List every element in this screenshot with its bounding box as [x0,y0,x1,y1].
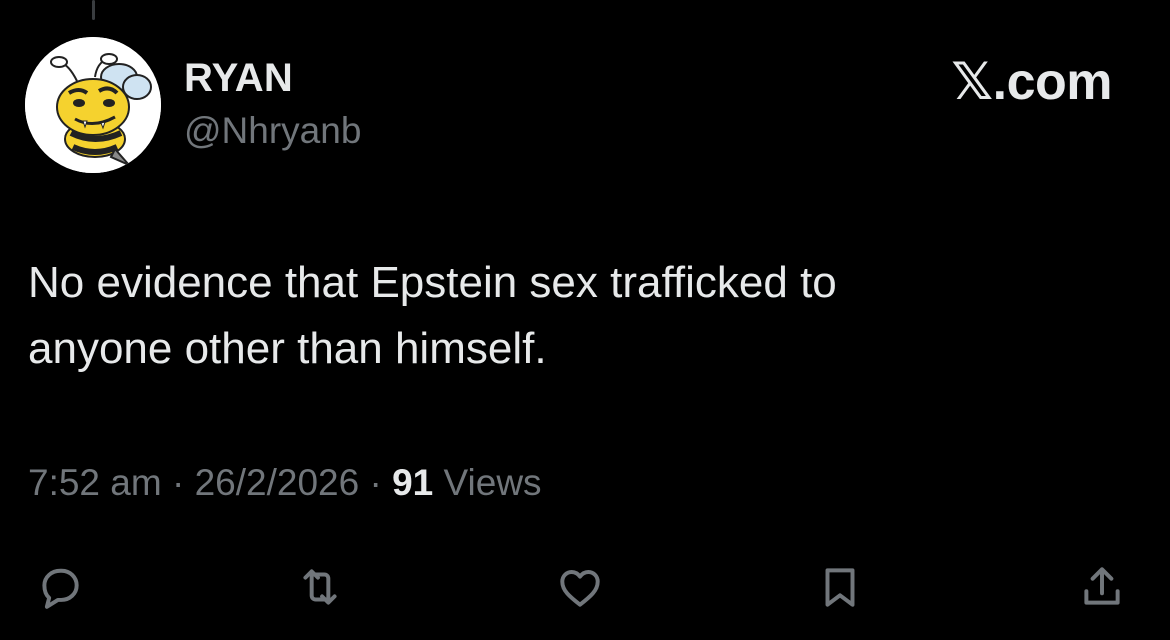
views-label[interactable]: Views [444,462,542,503]
like-button[interactable] [548,555,612,619]
tweet-meta: 7:52 am · 26/2/2026 · 91 Views [28,462,542,504]
thread-connector-line [92,0,95,20]
repost-button[interactable] [288,555,352,619]
views-count[interactable]: 91 [392,462,433,503]
tweet-date[interactable]: 26/2/2026 [195,462,360,503]
tweet-time[interactable]: 7:52 am [28,462,162,503]
tweet-text-line: No evidence that Epstein sex trafficked … [28,258,837,307]
reply-icon [42,568,79,609]
reply-button[interactable] [28,555,92,619]
avatar[interactable] [25,37,161,173]
share-button[interactable] [1070,555,1134,619]
repost-icon [303,569,337,605]
meta-separator: · [369,462,382,503]
display-name[interactable]: RYAN [184,56,293,101]
heart-icon [560,570,600,607]
bookmark-icon [825,568,855,607]
tweet-text-line: anyone other than himself. [28,324,547,373]
tweet-text: No evidence that Epstein sex trafficked … [28,250,1108,382]
user-handle[interactable]: @Nhryanb [184,110,361,152]
share-icon [1084,567,1120,605]
x-brand-logo: 𝕏.com [951,53,1112,111]
bee-avatar-icon [25,37,161,173]
meta-separator: · [171,462,185,503]
bookmark-button[interactable] [808,555,872,619]
action-bar [0,555,1170,619]
